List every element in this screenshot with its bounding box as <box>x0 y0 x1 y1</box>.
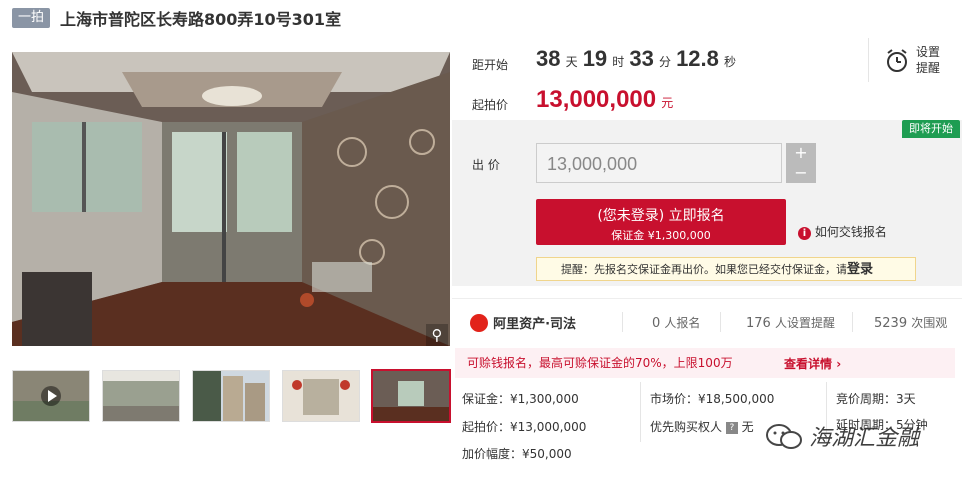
tip-text: 提醒：先报名交保证金再出价。如果您已经交付保证金，请 <box>561 263 847 276</box>
deposit-help-link[interactable]: i 如何交钱报名 <box>798 223 887 240</box>
increase-bid-button[interactable]: + <box>786 143 816 163</box>
thumbnail-image <box>283 371 359 421</box>
thumbnail-video[interactable] <box>12 370 90 422</box>
countdown-days: 38 <box>536 46 561 71</box>
signup-count-label: 人报名 <box>664 316 701 330</box>
start-price-info: 起拍价：¥13,000,000 <box>462 420 587 434</box>
thumbnail-image <box>373 371 449 421</box>
signup-button[interactable]: (您未登录) 立即报名 保证金 ¥1,300,000 <box>536 199 786 245</box>
brand-logo: 阿里资产·司法 <box>470 312 576 332</box>
divider <box>852 312 853 332</box>
bid-amount-input[interactable]: 13,000,000 <box>536 143 782 183</box>
hours-unit: 时 <box>612 55 625 69</box>
thumbnail-4[interactable] <box>282 370 360 422</box>
divider <box>622 312 623 332</box>
start-price: 13,000,000 元 <box>536 86 673 114</box>
reminder-count: 176 人设置提醒 <box>746 314 835 331</box>
thumbnail-5-selected[interactable] <box>371 369 451 423</box>
alarm-clock-icon <box>887 49 907 72</box>
reminder-line1: 设置 <box>916 45 941 59</box>
view-count: 5239 次围观 <box>874 314 947 331</box>
set-reminder-button[interactable]: 设置 提醒 <box>884 44 954 78</box>
loan-notice-text: 可赊钱报名，最高可赊保证金的70%，上限100万 <box>467 356 733 370</box>
wechat-watermark: 海湖汇金融 <box>764 420 919 452</box>
thumbnail-image <box>193 371 269 421</box>
zoom-icon[interactable]: ⚲ <box>426 324 448 346</box>
property-title: 上海市普陀区长寿路800弄10号301室 <box>60 10 342 29</box>
wechat-icon <box>766 424 802 449</box>
thumbnail-2[interactable] <box>102 370 180 422</box>
view-count-label: 次围观 <box>911 316 948 330</box>
room-photo-illustration <box>12 52 450 346</box>
seconds-unit: 秒 <box>723 55 736 69</box>
auction-round-badge: 一拍 <box>12 8 50 28</box>
divider <box>868 38 869 82</box>
market-price-info: 市场价：¥18,500,000 <box>650 392 775 406</box>
divider <box>720 312 721 332</box>
view-count-value: 5239 <box>874 316 908 331</box>
info-icon: i <box>798 227 811 240</box>
countdown-timer: 38 天 19 时 33 分 12.8 秒 <box>536 46 736 72</box>
signup-count-value: 0 <box>652 316 661 331</box>
thumbnail-image <box>103 371 179 421</box>
brand-name: 阿里资产·司法 <box>493 317 577 332</box>
login-link[interactable]: 登录 <box>847 262 873 277</box>
increment-info: 加价幅度：¥50,000 <box>462 447 572 461</box>
status-badge: 即将开始 <box>902 120 960 138</box>
start-price-unit: 元 <box>661 96 674 110</box>
start-price-label: 起拍价 <box>472 98 509 112</box>
reminder-label: 设置 提醒 <box>916 44 940 76</box>
signup-button-label: (您未登录) 立即报名 <box>597 208 725 224</box>
divider <box>640 382 641 442</box>
reminder-line2: 提醒 <box>916 61 941 75</box>
thumbnail-3[interactable] <box>192 370 270 422</box>
watermark-text: 海湖汇金融 <box>809 426 920 451</box>
main-photo[interactable] <box>12 52 450 346</box>
ali-logo-icon <box>470 313 488 332</box>
countdown-label: 距开始 <box>472 58 509 72</box>
deposit-help-label: 如何交钱报名 <box>814 225 887 239</box>
help-icon[interactable]: ? <box>725 421 738 434</box>
video-play-icon <box>13 371 89 421</box>
countdown-minutes: 33 <box>629 46 654 71</box>
deposit-info: 保证金：¥1,300,000 <box>462 392 579 406</box>
signup-deposit-label: 保证金 ¥1,300,000 <box>611 229 711 242</box>
chevron-right-icon: › <box>836 357 842 371</box>
notice-details-label: 查看详情 <box>784 357 833 371</box>
signup-count: 0 人报名 <box>652 314 700 331</box>
reminder-count-value: 176 <box>746 316 771 331</box>
bid-cycle-info: 竞价周期：3天 <box>836 392 916 406</box>
priority-label: 优先购买权人 <box>650 420 723 434</box>
countdown-seconds: 12.8 <box>676 46 719 71</box>
login-tip: 提醒：先报名交保证金再出价。如果您已经交付保证金，请登录 <box>536 257 916 281</box>
priority-value: 无 <box>741 420 754 434</box>
priority-info: 优先购买权人 ? 无 <box>650 418 754 435</box>
loan-notice: 可赊钱报名，最高可赊保证金的70%，上限100万 <box>455 348 955 378</box>
start-price-value: 13,000,000 <box>536 86 657 113</box>
notice-details-link[interactable]: 查看详情 › <box>784 355 841 372</box>
decrease-bid-button[interactable]: − <box>786 163 816 183</box>
minutes-unit: 分 <box>658 55 671 69</box>
reminder-count-label: 人设置提醒 <box>774 316 835 330</box>
countdown-hours: 19 <box>582 46 608 71</box>
days-unit: 天 <box>565 55 578 69</box>
bid-label: 出 价 <box>472 158 500 172</box>
